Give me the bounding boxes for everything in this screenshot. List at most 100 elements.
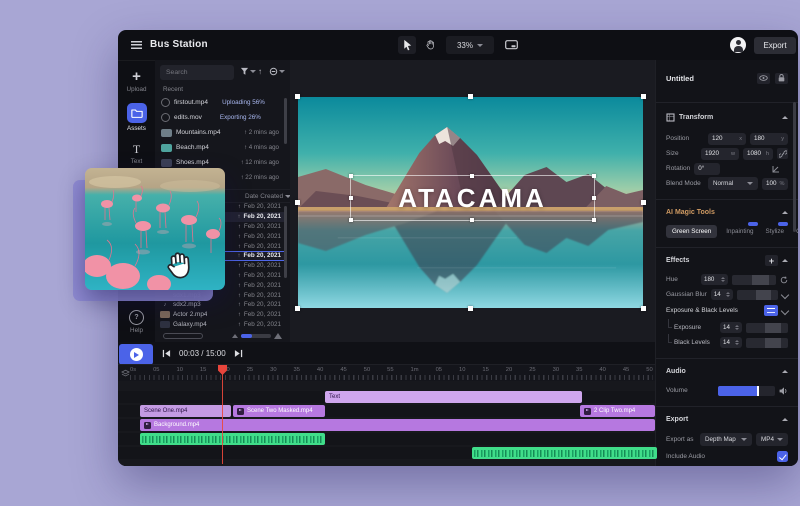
frame-handle[interactable] <box>295 200 300 205</box>
ai-magic-tools-header[interactable]: AI Magic Tools <box>666 206 788 219</box>
speaker-icon[interactable] <box>779 387 788 395</box>
upload-sort-button[interactable]: ↑ <box>258 67 262 76</box>
black-levels-stepper[interactable]: 14 <box>720 337 742 348</box>
reset-icon[interactable] <box>780 276 788 284</box>
ai-tab[interactable]: Inpainting <box>723 225 756 238</box>
lock-button[interactable] <box>775 73 788 84</box>
chevron-down-icon[interactable] <box>781 306 789 314</box>
export-button[interactable]: Export <box>754 37 796 54</box>
ruler-label: 25 <box>529 367 535 373</box>
chevron-down-icon[interactable] <box>781 290 789 298</box>
opacity-input[interactable]: 100% <box>762 178 788 190</box>
link-dimensions-button[interactable] <box>777 148 788 159</box>
thumbnail-zoom-control[interactable] <box>232 333 282 339</box>
frame-handle[interactable] <box>641 94 646 99</box>
horizontal-scrollbar[interactable] <box>163 333 203 339</box>
clip-text[interactable]: Text <box>325 391 582 403</box>
frame-handle[interactable] <box>468 306 473 311</box>
add-effect-button[interactable]: + <box>765 255 778 266</box>
ai-tab[interactable]: Colorize <box>793 225 798 238</box>
resize-handle[interactable] <box>349 174 353 178</box>
audio-section-header[interactable]: Audio <box>666 365 788 378</box>
transform-section-header[interactable]: Transform <box>666 111 788 124</box>
zoom-slider[interactable] <box>241 334 271 338</box>
frame-handle[interactable] <box>641 306 646 311</box>
timeline-ruler[interactable]: 0s05101520253035404550551m05101520253035… <box>118 364 655 381</box>
resize-handle[interactable] <box>592 218 596 222</box>
video-frame[interactable]: ATACAMA <box>298 97 643 308</box>
size-w-input[interactable]: 1920w <box>701 148 739 160</box>
sidebar-item-assets[interactable]: Assets <box>127 103 147 132</box>
text-selection-box[interactable]: ATACAMA <box>350 175 595 221</box>
clip-scene-one[interactable]: Scene One.mp4 <box>140 405 231 417</box>
display-mode-button[interactable] <box>502 36 520 54</box>
visibility-button[interactable] <box>757 73 770 84</box>
export-container-dropdown[interactable]: MP4 <box>756 433 788 446</box>
filter-button[interactable] <box>240 67 256 76</box>
exposure-stepper[interactable]: 14 <box>720 322 742 333</box>
frame-handle[interactable] <box>295 306 300 311</box>
resize-handle[interactable] <box>349 218 353 222</box>
asset-recent-row[interactable]: firstout.mp4 Uploading 56% <box>155 95 285 110</box>
title-text-layer[interactable]: ATACAMA <box>398 183 547 214</box>
ai-tab[interactable]: Stylize <box>763 225 788 238</box>
sidebar-item-upload[interactable]: + Upload <box>127 70 147 93</box>
hue-slider[interactable] <box>732 275 776 285</box>
clip-background[interactable]: Background.mp4 <box>140 419 655 431</box>
asset-recent-row[interactable]: edits.mov Exporting 26% <box>155 110 285 125</box>
help-button[interactable]: ? Help <box>129 310 144 334</box>
include-audio-checkbox[interactable] <box>777 451 788 462</box>
asset-recent-row[interactable]: Beach.mp4 4 mins ago <box>155 140 285 155</box>
scrollbar[interactable] <box>284 206 287 278</box>
export-format-dropdown[interactable]: Depth Map <box>700 433 752 446</box>
desktop: { "app": {"title": "Bus Station", "zoom"… <box>0 0 800 506</box>
column-date-created[interactable]: Date Created <box>245 193 291 200</box>
black-levels-slider[interactable] <box>746 338 788 348</box>
clip-two[interactable]: 2 Clip Two.mp4 <box>580 405 655 417</box>
blur-slider[interactable] <box>737 290 778 300</box>
position-x-input[interactable]: 120x <box>708 133 746 145</box>
asset-recent-row[interactable]: Mountains.mp4 2 mins ago <box>155 125 285 140</box>
resize-handle[interactable] <box>349 196 353 200</box>
frame-handle[interactable] <box>295 94 300 99</box>
resize-handle[interactable] <box>592 196 596 200</box>
zoom-level-dropdown[interactable]: 33% <box>446 36 494 54</box>
scrollbar[interactable] <box>284 98 287 144</box>
skip-back-button[interactable] <box>162 349 171 358</box>
play-button[interactable] <box>119 344 153 365</box>
avatar[interactable] <box>730 37 746 53</box>
select-tool-button[interactable] <box>398 36 416 54</box>
hue-stepper[interactable]: 180 <box>701 274 728 285</box>
resize-handle[interactable] <box>592 174 596 178</box>
audio-clip-1[interactable] <box>140 433 325 445</box>
flamingo-thumbnail[interactable] <box>85 168 225 290</box>
rotation-input[interactable]: 0° <box>694 163 720 175</box>
search-input[interactable] <box>160 65 234 80</box>
blur-stepper[interactable]: 14 <box>711 289 734 300</box>
volume-slider[interactable] <box>718 386 775 396</box>
resize-handle[interactable] <box>470 218 474 222</box>
audio-clip-2[interactable] <box>472 447 657 459</box>
position-y-input[interactable]: 180y <box>750 133 788 145</box>
exposure-slider[interactable] <box>746 323 788 333</box>
effects-section-header[interactable]: Effects + <box>666 254 788 267</box>
size-h-input[interactable]: 1080h <box>743 148 773 160</box>
ai-tab[interactable]: Green Screen <box>666 225 717 238</box>
dragged-asset[interactable] <box>62 165 242 310</box>
frame-handle[interactable] <box>641 200 646 205</box>
preview-canvas[interactable]: ATACAMA <box>290 60 655 342</box>
resize-handle[interactable] <box>470 174 474 178</box>
blend-mode-dropdown[interactable]: Normal <box>708 177 758 190</box>
sidebar-item-text[interactable]: T Text <box>131 142 143 165</box>
ruler-label: 45 <box>340 367 346 373</box>
frame-handle[interactable] <box>468 94 473 99</box>
export-section-header[interactable]: Export <box>666 413 788 426</box>
levels-button[interactable] <box>764 305 778 316</box>
clip-scene-two[interactable]: Scene Two Masked.mp4 <box>233 405 325 417</box>
file-row[interactable]: Actor 2.mp4 Feb 20, 2021 <box>155 310 286 320</box>
hand-tool-button[interactable] <box>421 36 439 54</box>
group-button[interactable] <box>269 67 285 76</box>
skip-forward-button[interactable] <box>234 349 243 358</box>
file-row[interactable]: Galaxy.mp4 Feb 20, 2021 <box>155 320 286 330</box>
menu-icon[interactable] <box>131 41 142 49</box>
